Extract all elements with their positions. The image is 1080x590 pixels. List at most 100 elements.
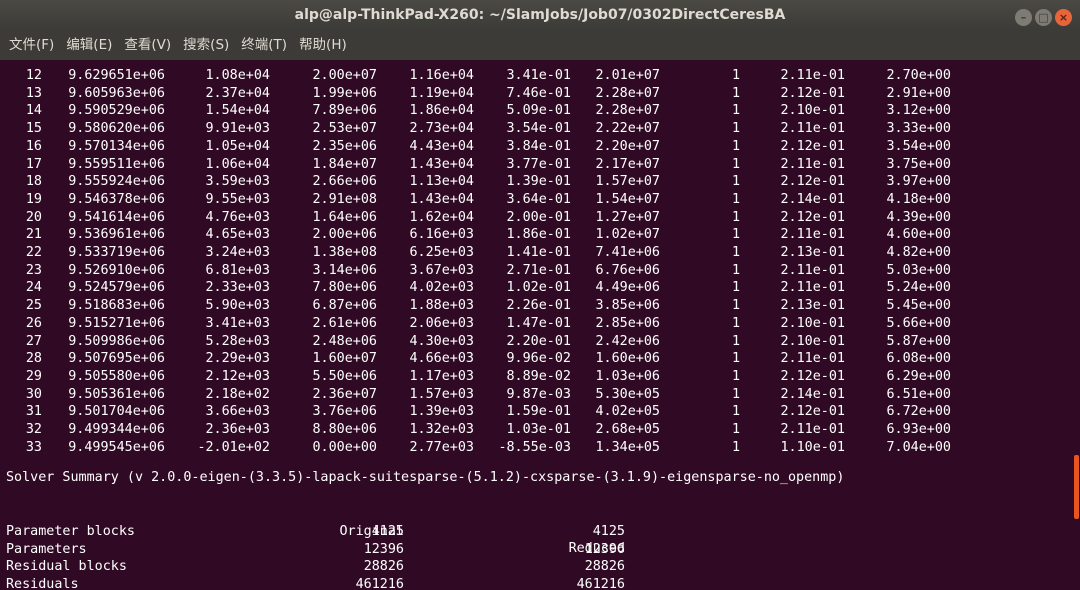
iteration-row: 32 9.499344e+06 2.36e+03 8.80e+06 1.32e+03 1.… [0,421,1062,439]
cell-cost: 9.605963e+06 [68,85,165,101]
cell-tr-radius: 1.57e+07 [595,174,661,190]
cell-cost: 9.629651e+06 [68,68,165,83]
menu-view[interactable]: 查看(V) [115,30,174,60]
cell-tr-ratio: 1.41e-01 [506,245,572,260]
cell-total-time: 5.03e+00 [886,262,952,278]
cell-cost-change: 6.81e+03 [205,262,271,278]
summary-label: Residuals [6,577,79,590]
cell-total-time: 5.24e+00 [886,280,952,296]
cell-step: 1.13e+04 [409,174,475,190]
cell-cost-change: 3.59e+03 [205,174,271,190]
cell-ls-iter: 1 [731,404,740,420]
menu-file[interactable]: 文件(F) [0,30,57,60]
cell-cost-change: 9.91e+03 [205,121,271,137]
menu-terminal[interactable]: 终端(T) [232,30,290,60]
cell-ls-iter: 1 [731,68,740,83]
cell-total-time: 3.12e+00 [886,103,952,119]
scrollbar[interactable] [1062,60,1080,590]
cell-iter: 18 [25,174,42,190]
cell-iter-time: 2.11e-01 [780,121,846,137]
summary-original: 12396 [363,541,404,557]
cell-cost: 9.555924e+06 [68,174,165,190]
cell-ls-iter: 1 [731,121,740,137]
summary-reduced: 28826 [584,559,625,575]
window-controls: – □ × [1012,6,1072,26]
cell-ls-iter: 1 [731,298,740,314]
iteration-row: 21 9.536961e+06 4.65e+03 2.00e+06 6.16e+03 1.… [0,226,1062,244]
cell-cost: 9.509986e+06 [68,333,165,349]
summary-reduced: 4125 [592,524,625,539]
cell-iter-time: 2.10e-01 [780,315,846,331]
cell-cost-change: 4.76e+03 [205,209,271,225]
cell-total-time: 4.39e+00 [886,209,952,225]
cell-iter: 28 [25,351,42,367]
cell-tr-radius: 1.27e+07 [595,209,661,225]
cell-gradient: 8.80e+06 [312,422,378,437]
cell-step: 4.02e+03 [409,280,475,296]
cell-cost: 9.518683e+06 [68,298,165,314]
cell-step: 1.86e+04 [409,103,475,119]
cell-cost-change: 9.55e+03 [205,191,271,207]
cell-gradient: 1.38e+08 [312,245,378,260]
summary-label: Parameters [6,541,87,557]
cell-iter: 25 [25,298,42,314]
cell-ls-iter: 1 [731,351,740,367]
cell-cost: 9.536961e+06 [68,227,165,243]
cell-tr-radius: 2.01e+07 [595,68,661,83]
cell-cost: 9.499545e+06 [68,439,165,455]
maximize-button[interactable]: □ [1035,9,1052,26]
cell-cost-change: 2.36e+03 [205,422,271,437]
cell-ls-iter: 1 [731,138,740,154]
cell-cost: 9.499344e+06 [68,422,165,437]
iteration-row: 27 9.509986e+06 5.28e+03 2.48e+06 4.30e+03 2.… [0,333,1062,351]
cell-step: 1.88e+03 [409,298,475,314]
iteration-row: 18 9.555924e+06 3.59e+03 2.66e+06 1.13e+04 1.… [0,173,1062,191]
cell-ls-iter: 1 [731,333,740,349]
cell-iter-time: 2.12e-01 [780,209,846,225]
cell-tr-ratio: 2.26e-01 [506,298,572,314]
cell-ls-iter: 1 [731,280,740,296]
cell-tr-radius: 7.41e+06 [595,245,661,260]
cell-cost-change: 2.12e+03 [205,368,271,384]
summary-label: Residual blocks [6,559,127,575]
menu-edit[interactable]: 编辑(E) [57,30,115,60]
cell-step: 2.77e+03 [409,439,475,455]
cell-iter-time: 2.11e-01 [780,280,846,296]
menu-search[interactable]: 搜索(S) [174,30,232,60]
iteration-row: 19 9.546378e+06 9.55e+03 2.91e+08 1.43e+04 3.… [0,191,1062,209]
cell-cost-change: 1.06e+04 [205,156,271,172]
cell-ls-iter: 1 [731,245,740,260]
cell-iter-time: 2.14e-01 [780,191,846,207]
summary-header-row: Original Reduced [0,505,1062,557]
cell-iter: 14 [25,103,42,119]
cell-iter: 24 [25,280,42,296]
menu-help[interactable]: 帮助(H) [290,30,350,60]
cell-total-time: 2.91e+00 [886,85,952,101]
cell-total-time: 5.87e+00 [886,333,952,349]
cell-ls-iter: 1 [731,315,740,331]
cell-total-time: 6.72e+00 [886,404,952,420]
cell-step: 2.73e+04 [409,121,475,137]
minimize-button[interactable]: – [1015,9,1032,26]
summary-original: 461216 [355,577,404,590]
cell-tr-radius: 5.30e+05 [595,386,661,402]
cell-tr-ratio: -8.55e-03 [498,439,571,455]
cell-tr-radius: 1.60e+06 [595,351,661,367]
cell-cost: 9.590529e+06 [68,103,165,119]
scrollbar-thumb[interactable] [1074,455,1079,519]
cell-total-time: 4.60e+00 [886,227,952,243]
cell-iter-time: 2.11e-01 [780,68,846,83]
cell-gradient: 7.89e+06 [312,103,378,119]
cell-step: 4.30e+03 [409,333,475,349]
cell-ls-iter: 1 [731,85,740,101]
terminal-output[interactable]: Solver Summary (v 2.0.0-eigen-(3.3.5)-la… [0,60,1062,590]
cell-tr-radius: 3.85e+06 [595,298,661,314]
cell-iter: 19 [25,191,42,207]
cell-tr-radius: 1.03e+06 [595,368,661,384]
summary-row: Residuals 461216 461216 [0,576,1062,590]
cell-ls-iter: 1 [731,386,740,402]
cell-tr-radius: 2.17e+07 [595,156,661,172]
close-button[interactable]: × [1055,9,1072,26]
cell-ls-iter: 1 [731,103,740,119]
cell-cost: 9.505361e+06 [68,386,165,402]
